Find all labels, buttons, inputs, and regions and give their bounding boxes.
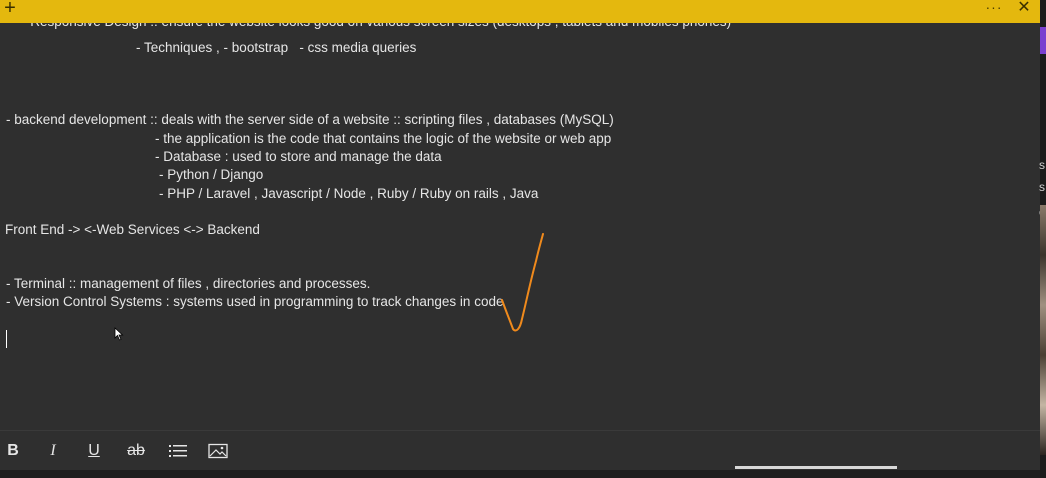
insert-image-icon[interactable] bbox=[205, 439, 231, 463]
background-image bbox=[1040, 205, 1046, 455]
checkmark-ink-stroke bbox=[501, 233, 544, 332]
mouse-pointer-icon bbox=[114, 327, 124, 341]
note-line: - Responsive Design :: ensure the websit… bbox=[22, 23, 731, 31]
bulleted-list-icon[interactable] bbox=[165, 439, 191, 463]
background-text: s bbox=[1039, 158, 1045, 172]
note-line: - Version Control Systems : systems used… bbox=[6, 294, 504, 309]
italic-button[interactable]: I bbox=[40, 439, 66, 463]
note-line: - backend development :: deals with the … bbox=[6, 112, 614, 127]
background-accent bbox=[1040, 27, 1046, 54]
text-caret bbox=[6, 330, 7, 348]
sticky-note-window: + ··· ✕ - Responsive Design :: ensure th… bbox=[0, 0, 1040, 470]
underline-button[interactable]: U bbox=[81, 439, 107, 463]
note-line: - Techniques , - bootstrap - css media q… bbox=[136, 40, 417, 55]
note-editor[interactable]: - Responsive Design :: ensure the websit… bbox=[0, 23, 1040, 428]
note-line: - the application is the code that conta… bbox=[155, 131, 612, 146]
strikethrough-button[interactable]: ab bbox=[123, 439, 149, 463]
title-bar[interactable]: + ··· ✕ bbox=[0, 0, 1040, 23]
note-line: Front End -> <-Web Services <-> Backend bbox=[5, 222, 260, 237]
background-text: s bbox=[1039, 180, 1045, 194]
note-line: - Python / Django bbox=[159, 167, 264, 182]
formatting-toolbar: B I U ab bbox=[0, 430, 1040, 471]
more-horizontal-icon[interactable]: ··· bbox=[983, 0, 1005, 20]
note-line: - Terminal :: management of files , dire… bbox=[6, 276, 371, 291]
plus-icon[interactable]: + bbox=[0, 0, 20, 20]
close-icon[interactable]: ✕ bbox=[1014, 0, 1034, 18]
background-bar bbox=[735, 466, 897, 469]
bold-button[interactable]: B bbox=[0, 439, 26, 463]
note-line: - PHP / Laravel , Javascript / Node , Ru… bbox=[159, 186, 539, 201]
note-line: - Database : used to store and manage th… bbox=[155, 149, 442, 164]
